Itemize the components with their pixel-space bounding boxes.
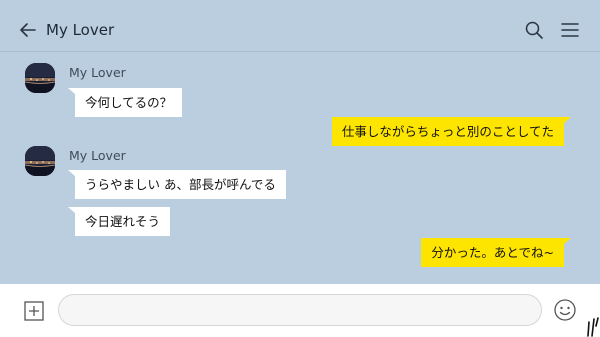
chat-title: My Lover — [46, 21, 115, 39]
bubble-tail — [68, 88, 75, 94]
plus-square-icon[interactable] — [24, 301, 44, 321]
emoji-icon[interactable] — [553, 298, 577, 322]
chat-screen: My Lover My Lover 今何してるの？ 仕事しながらちょっと別のこと… — [0, 0, 600, 337]
message-bubble-incoming[interactable]: 今日遅れそう — [75, 207, 171, 236]
corner-mark-icon — [587, 317, 599, 337]
back-arrow-icon[interactable] — [18, 20, 38, 40]
message-bubble-incoming[interactable]: 今何してるの？ — [75, 88, 183, 117]
avatar[interactable] — [25, 63, 55, 93]
message-bubble-outgoing[interactable]: 分かった。あとでね~ — [421, 238, 564, 267]
sender-name: My Lover — [69, 148, 126, 163]
bubble-tail — [68, 170, 75, 176]
avatar-night-city-icon — [25, 146, 55, 176]
message-input-bar — [0, 284, 600, 337]
bubble-tail — [68, 207, 75, 213]
chat-header: My Lover — [0, 0, 600, 52]
bubble-tail — [564, 238, 571, 244]
search-icon[interactable] — [524, 20, 544, 40]
menu-icon[interactable] — [561, 21, 579, 39]
bubble-tail — [564, 117, 571, 123]
message-bubble-incoming[interactable]: うらやましい あ、部長が呼んでる — [75, 170, 286, 199]
avatar-night-city-icon — [25, 63, 55, 93]
message-input[interactable] — [58, 294, 542, 326]
sender-name: My Lover — [69, 65, 126, 80]
message-bubble-outgoing[interactable]: 仕事しながらちょっと別のことしてた — [331, 117, 564, 146]
avatar[interactable] — [25, 146, 55, 176]
